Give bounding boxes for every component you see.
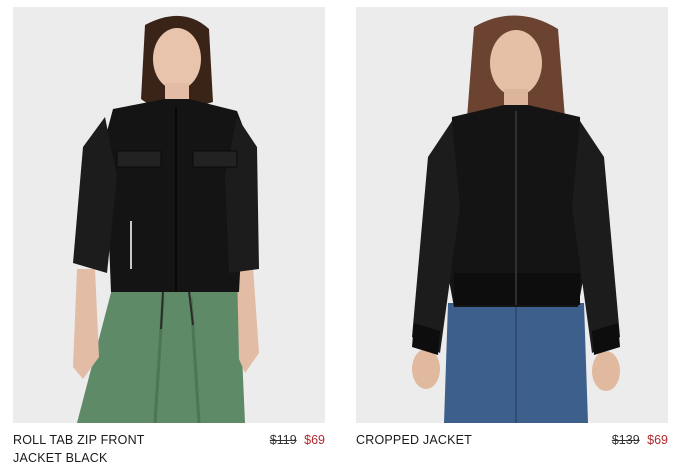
product-name[interactable]: CROPPED JACKET xyxy=(356,431,556,449)
product-photo-cropped-jacket xyxy=(356,7,668,423)
product-price: $139 $69 xyxy=(612,431,668,449)
product-card[interactable]: ROLL TAB ZIP FRONT JACKET BLACK $119 $69 xyxy=(13,7,325,465)
product-name[interactable]: ROLL TAB ZIP FRONT JACKET BLACK xyxy=(13,431,213,467)
sale-price: $69 xyxy=(304,433,325,447)
product-grid: ROLL TAB ZIP FRONT JACKET BLACK $119 $69 xyxy=(0,0,681,470)
product-name-line1: ROLL TAB ZIP FRONT xyxy=(13,433,145,447)
product-photo-roll-tab-jacket xyxy=(13,7,325,423)
product-image[interactable] xyxy=(356,7,668,423)
product-name-line1: CROPPED JACKET xyxy=(356,433,473,447)
sale-price: $69 xyxy=(647,433,668,447)
original-price: $119 xyxy=(269,433,297,447)
product-name-line2: JACKET BLACK xyxy=(13,451,108,465)
product-price: $119 $69 xyxy=(270,431,325,449)
original-price: $139 xyxy=(611,433,640,447)
product-image[interactable] xyxy=(13,7,325,423)
product-card[interactable]: CROPPED JACKET $139 $69 xyxy=(356,7,668,447)
